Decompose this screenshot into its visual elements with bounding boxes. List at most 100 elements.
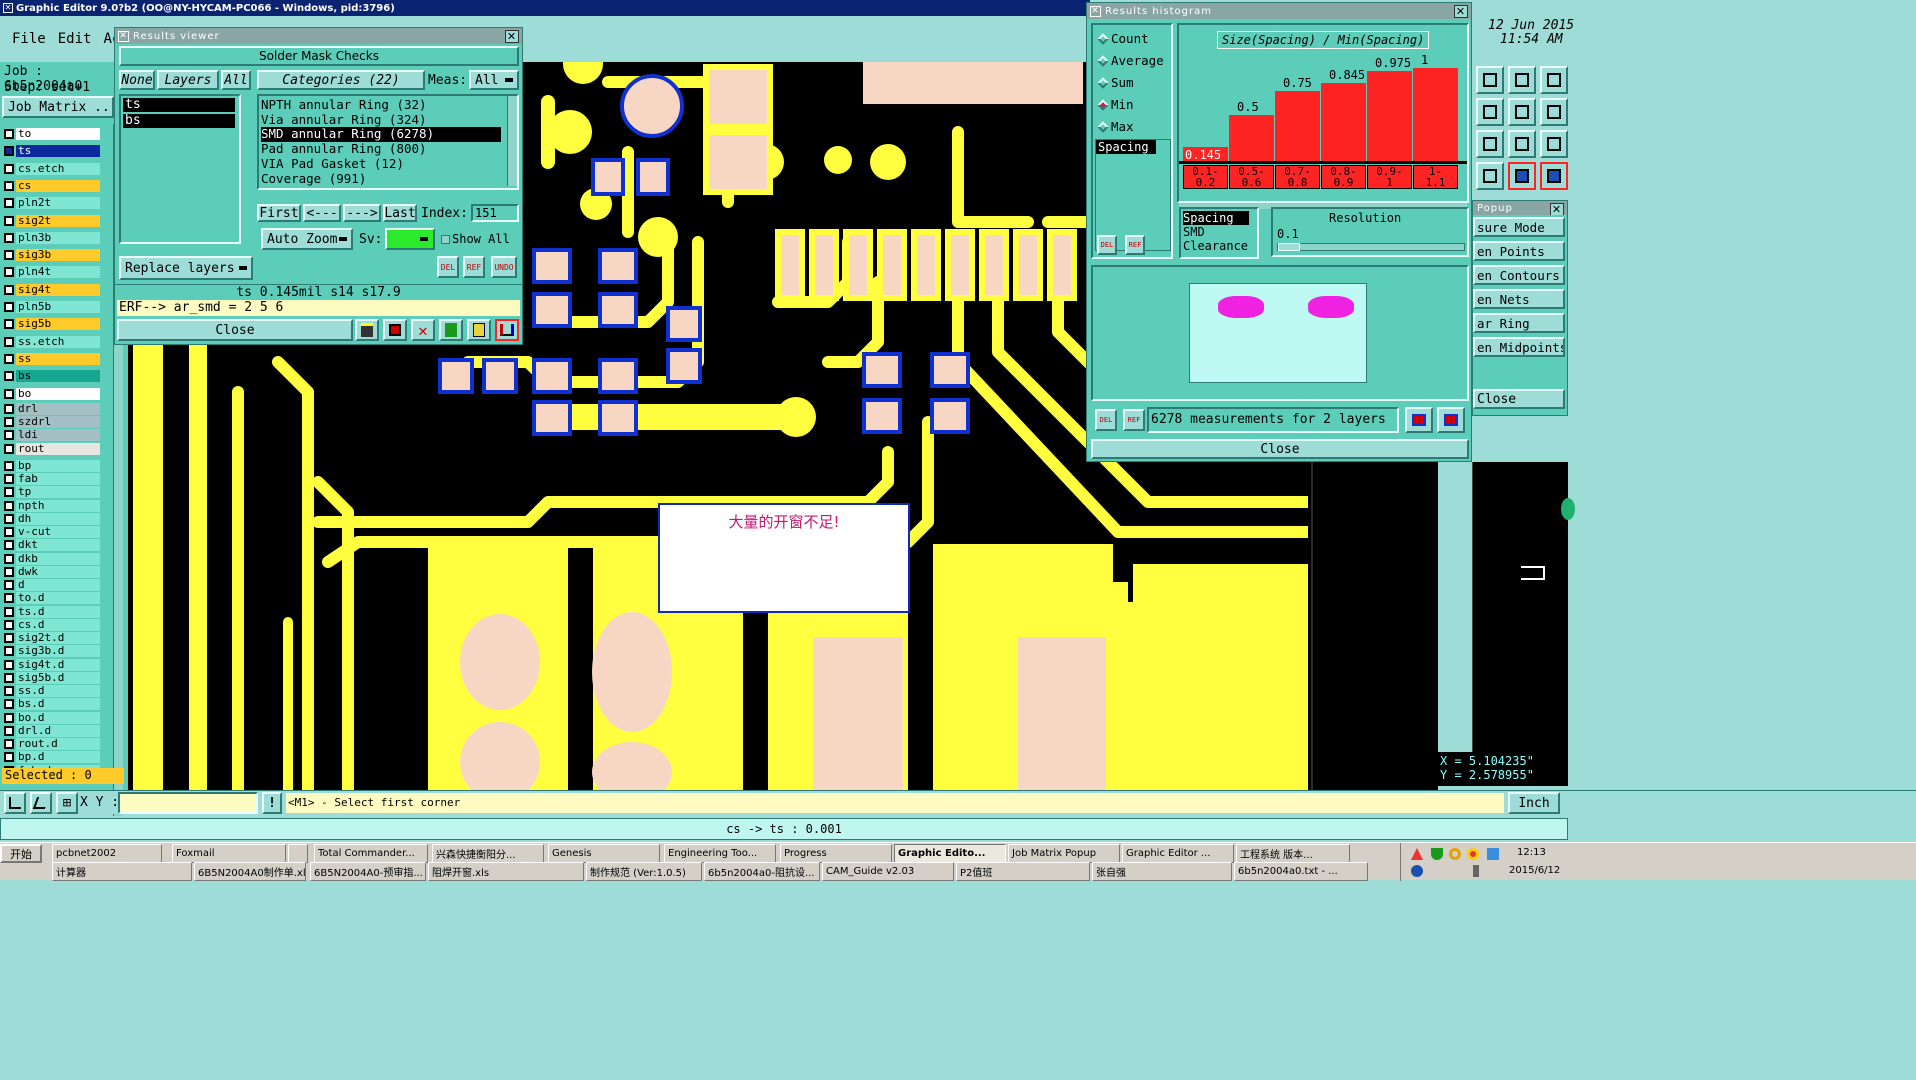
popup-item[interactable]: en Points — [1473, 241, 1565, 261]
compare-icon[interactable] — [1508, 162, 1536, 190]
layer-checkbox[interactable] — [4, 215, 14, 226]
layer-checkbox[interactable] — [4, 371, 14, 382]
none-button[interactable]: None — [119, 70, 155, 90]
layer-list-box[interactable]: ts bs — [119, 94, 241, 244]
taskbar-item[interactable]: 6B5N2004A0制作单.xls — [194, 862, 306, 881]
layer-checkbox[interactable] — [4, 646, 14, 657]
network-icon[interactable] — [1487, 848, 1499, 860]
xy-input[interactable] — [118, 792, 258, 814]
radio-min[interactable]: Min — [1097, 97, 1134, 112]
layer-checkbox[interactable] — [4, 302, 14, 312]
close-icon[interactable]: ✕ — [505, 30, 519, 43]
category-item-selected[interactable]: SMD annular Ring (6278) — [261, 127, 501, 143]
copy-icon[interactable] — [1508, 98, 1536, 126]
move-icon[interactable] — [1476, 130, 1504, 158]
layer-checkbox[interactable] — [4, 712, 14, 723]
radio-average[interactable]: Average — [1097, 53, 1164, 68]
radio-max[interactable]: Max — [1097, 119, 1134, 134]
window-close-icon[interactable]: ✕ — [3, 3, 13, 13]
layer-row-pln3b[interactable]: pln3b — [4, 231, 100, 244]
layer-row-pln2t[interactable]: pln2t — [4, 197, 100, 210]
layer-row-rout-d[interactable]: rout.d — [4, 738, 100, 750]
units-select[interactable]: Inch — [1508, 792, 1560, 814]
taskbar-item[interactable]: 阻焊开窗.xls — [428, 862, 584, 881]
del-button[interactable]: DEL — [1097, 235, 1117, 255]
slider-thumb[interactable] — [1278, 243, 1300, 251]
taskbar-item[interactable]: P2值班 — [956, 862, 1090, 881]
ref-button[interactable]: REF — [1123, 409, 1145, 431]
taskbar-item[interactable]: 6b5n2004a0.txt - ... — [1234, 862, 1368, 881]
next-button[interactable]: ---> — [343, 204, 381, 222]
layer-checkbox[interactable] — [4, 606, 14, 617]
layer-list-item-ts[interactable]: ts — [123, 98, 235, 112]
layer-row-dkt[interactable]: dkt — [4, 539, 100, 552]
layer-checkbox[interactable] — [4, 659, 14, 670]
export-icon[interactable] — [1405, 407, 1433, 433]
category-list-box[interactable]: NPTH annular Ring (32) Via annular Ring … — [257, 94, 519, 190]
undo-icon[interactable] — [1540, 98, 1568, 126]
close-button[interactable]: Close — [1091, 439, 1469, 459]
layer-row-ldi[interactable]: ldi — [4, 429, 100, 442]
radio-sum[interactable]: Sum — [1097, 75, 1134, 90]
auto-zoom-select[interactable]: Auto Zoom — [261, 228, 353, 250]
histogram-bar[interactable] — [1413, 68, 1458, 161]
layer-checkbox[interactable] — [4, 267, 14, 278]
taskbar-item[interactable]: Job Matrix Popup — [1008, 844, 1120, 863]
layer-row-to-d[interactable]: to.d — [4, 592, 100, 605]
histogram-icon[interactable] — [495, 319, 519, 341]
layer-row-d[interactable]: d — [4, 579, 100, 591]
probe-icon[interactable] — [1476, 162, 1504, 190]
meas-select[interactable]: All — [469, 70, 519, 90]
layer-row-cs-d[interactable]: cs.d — [4, 618, 100, 631]
type-list-item[interactable]: SMD — [1183, 225, 1255, 239]
popup-item[interactable]: sure Mode — [1473, 217, 1565, 237]
del-button[interactable]: DEL — [437, 256, 459, 278]
popup-item[interactable]: en Contours — [1473, 265, 1565, 285]
close-button[interactable]: Close — [117, 319, 353, 341]
layer-checkbox[interactable] — [4, 619, 14, 630]
taskbar-item[interactable]: pcbnet2002 — [52, 844, 162, 863]
layer-row-cs-etch[interactable]: cs.etch — [4, 162, 100, 175]
layer-checkbox[interactable] — [4, 725, 14, 736]
layer-row-sig3b[interactable]: sig3b — [4, 249, 100, 262]
snap-icon[interactable] — [4, 792, 26, 814]
measure-list-item[interactable]: Spacing — [1096, 140, 1156, 154]
layer-row-drl-d[interactable]: drl.d — [4, 724, 100, 737]
layer-row-bo-d[interactable]: bo.d — [4, 711, 100, 724]
layer-swap-icon[interactable] — [439, 319, 463, 341]
taskbar-item[interactable]: Genesis — [548, 844, 660, 863]
layer-row-rout[interactable]: rout — [4, 442, 100, 455]
index-input[interactable]: 151 — [471, 204, 519, 222]
taskbar-item[interactable]: Engineering Too... — [664, 844, 776, 863]
radio-count[interactable]: Count — [1097, 31, 1149, 46]
measure-icon[interactable] — [355, 319, 379, 341]
layer-checkbox[interactable] — [4, 319, 14, 330]
layer-row-sig4t[interactable]: sig4t — [4, 283, 100, 296]
layer-row-dh[interactable]: dh — [4, 512, 100, 525]
menu-edit[interactable]: Edit — [58, 31, 92, 47]
layer-list-item-bs[interactable]: bs — [123, 114, 235, 128]
category-scrollbar[interactable] — [507, 96, 517, 186]
all-button[interactable]: All — [221, 70, 251, 90]
layer-checkbox[interactable] — [4, 336, 14, 347]
clear-icon[interactable]: ✕ — [411, 319, 435, 341]
close-icon[interactable]: ✕ — [1454, 5, 1468, 18]
layer-checkbox[interactable] — [4, 513, 14, 524]
histogram-bar[interactable] — [1321, 83, 1366, 161]
layer-checkbox[interactable] — [4, 633, 14, 643]
category-item[interactable]: Via annular Ring (324) — [261, 112, 517, 128]
layer-row-ss[interactable]: ss — [4, 352, 100, 365]
first-button[interactable]: First — [257, 204, 301, 222]
layer-row-npth[interactable]: npth — [4, 499, 100, 512]
chrome-icon[interactable] — [1467, 848, 1479, 860]
layer-checkbox[interactable] — [4, 198, 14, 209]
layer-checkbox[interactable] — [4, 430, 14, 441]
layer-checkbox[interactable] — [4, 487, 14, 498]
shield-icon[interactable] — [1431, 848, 1443, 860]
category-item[interactable]: VIA Pad Gasket (12) — [261, 156, 517, 172]
taskbar-item[interactable]: 工程系统 版本... — [1236, 844, 1350, 863]
taskbar-item[interactable]: Graphic Editor ... — [1122, 844, 1234, 863]
taskbar-item[interactable]: Foxmail — [172, 844, 286, 863]
layer-checkbox[interactable] — [4, 353, 14, 364]
layer-row-sig2t[interactable]: sig2t — [4, 214, 100, 227]
